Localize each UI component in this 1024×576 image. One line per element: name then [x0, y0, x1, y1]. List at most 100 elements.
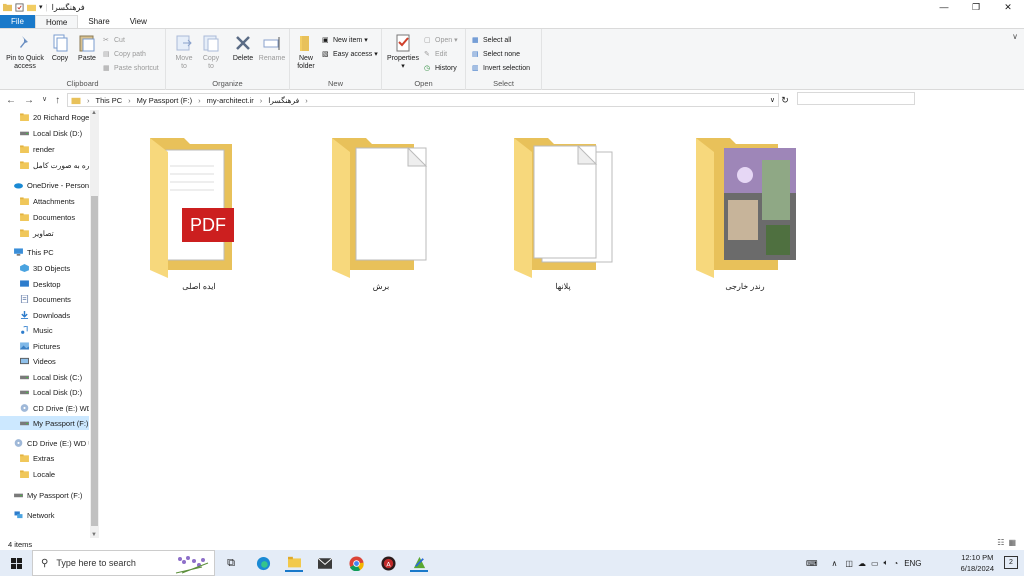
copy-to-button[interactable]: Copy to	[199, 33, 223, 71]
volume-icon[interactable]: 🔈︎	[884, 558, 889, 568]
delete-button[interactable]: Delete	[230, 33, 256, 63]
cloud-sync-icon[interactable]: ☁	[858, 559, 866, 568]
recent-locations-icon[interactable]: ∨	[42, 95, 47, 106]
nav-item[interactable]: CD Drive (E:) WD U	[0, 436, 89, 450]
nav-item[interactable]: Downloads	[0, 308, 89, 322]
edge-browser-icon[interactable]	[254, 554, 272, 572]
breadcrumb-my-architect[interactable]: my-architect.ir	[207, 96, 254, 105]
nav-item[interactable]: ره به صورت کامل	[0, 158, 89, 172]
rename-button[interactable]: Rename	[258, 33, 286, 63]
close-button[interactable]: ✕	[992, 0, 1024, 14]
nav-item-label: Music	[33, 325, 53, 335]
item-count: 4 items	[8, 539, 33, 549]
new-folder-button[interactable]: New folder	[294, 33, 318, 71]
nav-item[interactable]: Music	[0, 323, 89, 337]
tab-file[interactable]: File	[0, 15, 35, 28]
address-dropdown-icon[interactable]: ∨	[770, 96, 775, 104]
nav-item[interactable]: تصاویر	[0, 226, 89, 240]
mail-icon[interactable]	[316, 554, 334, 572]
cut-button[interactable]: ✂ Cut	[103, 34, 125, 46]
move-to-button[interactable]: Move to	[172, 33, 196, 71]
select-all-button[interactable]: ▦ Select all	[472, 34, 511, 46]
tab-view[interactable]: View	[120, 15, 157, 28]
tray-app-icon[interactable]: ◫	[845, 559, 853, 568]
nav-item[interactable]: Extras	[0, 451, 89, 465]
invert-selection-button[interactable]: ▥ Invert selection	[472, 62, 530, 74]
nav-item[interactable]: My Passport (F:)	[0, 488, 89, 502]
nav-item[interactable]: OneDrive - Person	[0, 178, 89, 192]
language-indicator[interactable]: ENG	[904, 559, 921, 568]
refresh-icon[interactable]: ↻	[779, 93, 791, 107]
properties-icon[interactable]	[15, 2, 24, 12]
keyboard-icon[interactable]: ⌨	[806, 559, 818, 568]
nav-item[interactable]: Local Disk (C:)	[0, 370, 89, 384]
nav-item[interactable]: Videos	[0, 354, 89, 368]
paste-shortcut-button[interactable]: ▦ Paste shortcut	[103, 62, 159, 74]
autocad-icon[interactable]: A	[379, 554, 397, 572]
file-explorer-taskbar-icon[interactable]	[285, 554, 303, 572]
scroll-up-arrow-icon[interactable]: ▲	[91, 110, 97, 116]
nav-item[interactable]: Documents	[0, 292, 89, 306]
minimize-button[interactable]: —	[928, 0, 960, 14]
new-folder-icon[interactable]	[27, 3, 36, 12]
details-view-icon[interactable]: ☷	[997, 538, 1004, 547]
nav-item[interactable]: My Passport (F:)	[0, 416, 89, 430]
tab-share[interactable]: Share	[78, 15, 119, 28]
nav-item[interactable]: Attachments	[0, 194, 89, 208]
qat-dropdown-icon[interactable]: ▾	[39, 3, 43, 11]
nav-item[interactable]: Locale	[0, 467, 89, 481]
folder-item[interactable]: PDF ایده اصلی	[139, 130, 259, 300]
nav-item[interactable]: Desktop	[0, 277, 89, 291]
notifications-icon[interactable]: 2	[1004, 556, 1018, 569]
scrollbar-thumb[interactable]	[91, 196, 98, 526]
nav-item[interactable]: CD Drive (E:) WD	[0, 401, 89, 415]
nav-item[interactable]: Documentos	[0, 210, 89, 224]
taskbar-search-box[interactable]: ⚲ Type here to search	[32, 550, 215, 576]
new-item-button[interactable]: ▣ New item ▾	[322, 34, 368, 46]
history-button[interactable]: ◷ History	[424, 62, 457, 74]
search-box[interactable]	[797, 92, 915, 105]
chevron-right-icon: ›	[87, 95, 90, 105]
folder-item[interactable]: برش	[321, 130, 441, 300]
nav-item[interactable]: 3D Objects	[0, 261, 89, 275]
folder-item[interactable]: پلانها	[503, 130, 623, 300]
nav-item[interactable]: 20 Richard Roge	[0, 110, 89, 124]
edit-button[interactable]: ✎ Edit	[424, 48, 447, 60]
address-bar[interactable]: › This PC › My Passport (F:) › my-archit…	[67, 93, 779, 107]
copy-path-button[interactable]: ▤ Copy path	[103, 48, 146, 60]
breadcrumb-this-pc[interactable]: This PC	[96, 96, 123, 105]
easy-access-button[interactable]: ▧ Easy access ▾	[322, 48, 378, 60]
select-none-button[interactable]: ▤ Select none	[472, 48, 520, 60]
navigation-scrollbar[interactable]: ▲ ▼	[90, 110, 99, 538]
task-view-icon[interactable]: ⧉	[222, 554, 240, 572]
breadcrumb-my-passport[interactable]: My Passport (F:)	[137, 96, 192, 105]
sketchup-icon[interactable]	[410, 554, 428, 572]
open-button[interactable]: ▢ Open ▾	[424, 34, 458, 46]
breadcrumb-current-folder[interactable]: فرهنگسرا	[268, 96, 299, 105]
paste-button[interactable]: Paste	[74, 33, 100, 63]
pin-quick-access-button[interactable]: Pin to Quick access	[4, 33, 46, 71]
forward-arrow-icon[interactable]: →	[24, 95, 34, 106]
up-arrow-icon[interactable]: ↑	[55, 95, 60, 106]
show-hidden-icons-chevron-icon[interactable]: ∧	[832, 559, 838, 568]
chrome-icon[interactable]	[347, 554, 365, 572]
nav-item[interactable]: This PC	[0, 245, 89, 259]
large-icons-view-icon[interactable]: ▦	[1008, 538, 1016, 547]
back-arrow-icon[interactable]: ←	[6, 95, 16, 106]
wifi-icon[interactable]: ◔	[893, 559, 898, 568]
ribbon-collapse-icon[interactable]: ∨	[1012, 32, 1018, 41]
copy-path-icon: ▤	[103, 50, 110, 58]
nav-item[interactable]: Local Disk (D:)	[0, 385, 89, 399]
start-button[interactable]	[0, 550, 32, 576]
nav-item[interactable]: render	[0, 142, 89, 156]
properties-button[interactable]: Properties ▾	[386, 33, 420, 71]
maximize-button[interactable]: ❐	[960, 0, 992, 14]
folder-item[interactable]: رندر خارجی	[685, 130, 805, 300]
battery-icon[interactable]: ▭	[871, 559, 879, 568]
system-clock[interactable]: 12:10 PM 6/18/2024	[961, 552, 994, 574]
nav-item[interactable]: Pictures	[0, 339, 89, 353]
tab-home[interactable]: Home	[35, 15, 79, 28]
nav-item[interactable]: Local Disk (D:)	[0, 126, 89, 140]
copy-button[interactable]: Copy	[48, 33, 72, 63]
nav-item[interactable]: Network	[0, 508, 89, 522]
